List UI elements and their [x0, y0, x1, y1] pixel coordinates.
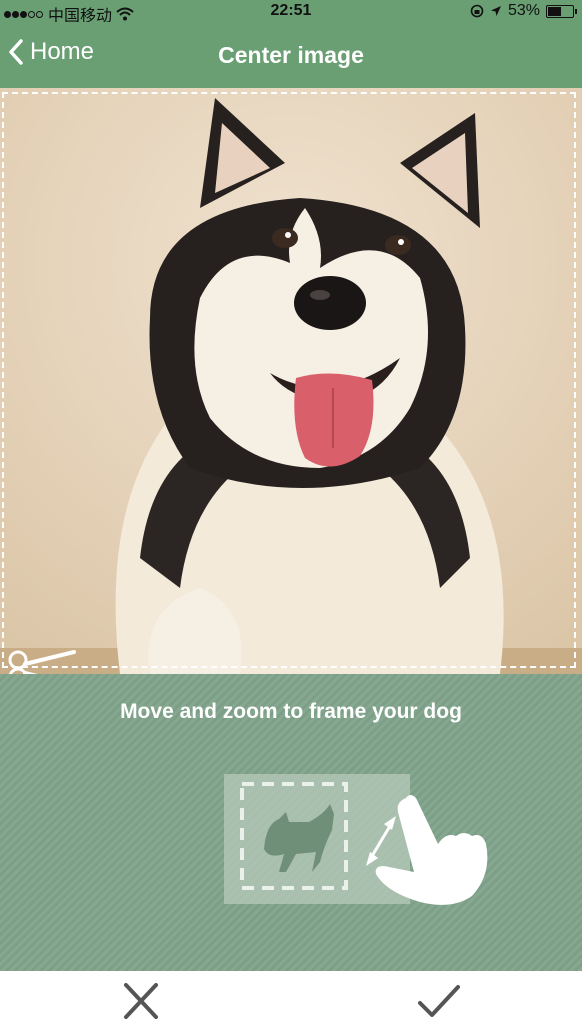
close-icon[interactable]: [118, 981, 164, 1021]
status-bar: 中国移动 22:51 53%: [0, 0, 582, 25]
bottom-toolbar: [0, 971, 582, 1024]
navigation-bar: Home Center image: [0, 22, 582, 88]
checkmark-icon[interactable]: [414, 981, 464, 1021]
photo-canvas[interactable]: [0, 88, 582, 674]
battery-percent: 53%: [507, 2, 540, 19]
pinch-zoom-gesture-icon: [224, 774, 488, 905]
battery-icon: [546, 4, 577, 18]
crop-frame[interactable]: [2, 92, 576, 668]
instruction-panel: Move and zoom to frame your dog: [0, 674, 582, 971]
rotation-lock-icon: [470, 4, 484, 18]
page-title: Center image: [218, 42, 364, 68]
instruction-text: Move and zoom to frame your dog: [120, 700, 462, 723]
scissors-icon: [8, 650, 76, 674]
location-arrow-icon: [490, 6, 501, 16]
